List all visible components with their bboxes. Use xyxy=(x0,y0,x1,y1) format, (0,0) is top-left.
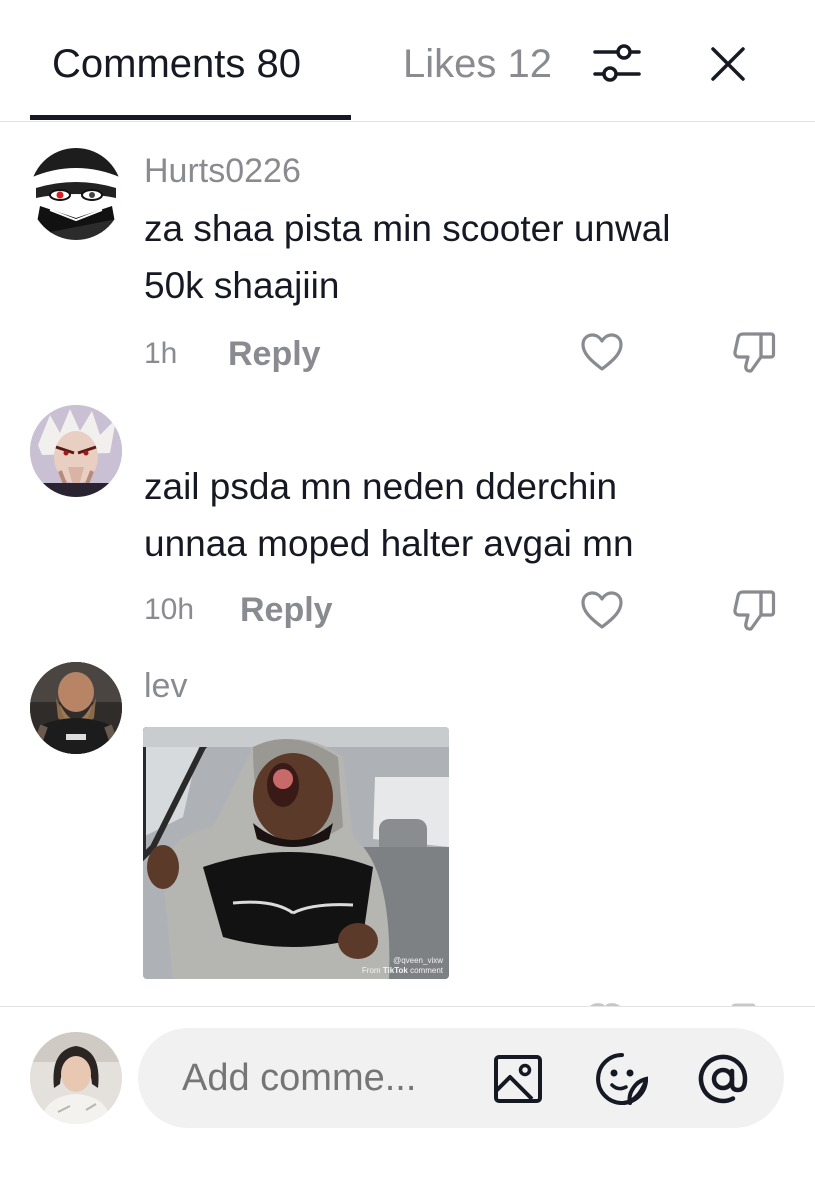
comment-text-line: 50k shaajiin xyxy=(144,265,340,306)
mention-icon xyxy=(698,1054,748,1104)
comment-text-line: za shaa pista min scooter unwal xyxy=(144,208,671,249)
comment-composer xyxy=(0,1007,815,1200)
gif-attachment[interactable]: @qveen_vixw From TikTok comment xyxy=(143,727,449,979)
tab-likes[interactable]: Likes 12 xyxy=(403,40,552,88)
header-divider xyxy=(0,121,815,122)
tab-comments[interactable]: Comments 80 xyxy=(52,40,301,88)
bearded-man-avatar[interactable] xyxy=(30,662,122,754)
dislike-button[interactable] xyxy=(730,328,778,376)
sticker-icon xyxy=(596,1053,648,1105)
comment-timestamp: 10h xyxy=(144,593,195,626)
watermark-handle: @qveen_vixw xyxy=(393,956,443,965)
watermark-source: From TikTok comment xyxy=(361,966,443,975)
comments-header: Comments 80 Likes 12 xyxy=(0,0,815,122)
comments-sheet: Comments 80 Likes 12 Hurts0226 za shaa p… xyxy=(0,0,815,1200)
anime-mask-avatar[interactable] xyxy=(30,148,122,240)
heart-icon xyxy=(581,333,623,371)
anime-white-hair-avatar[interactable] xyxy=(30,405,122,497)
comment-text: za shaa pista min scooter unwal 50k shaa… xyxy=(144,200,794,314)
dislike-button[interactable] xyxy=(730,586,778,634)
comment-input[interactable] xyxy=(182,1056,462,1100)
mention-button[interactable] xyxy=(695,1051,751,1107)
comment-text: zail psda mn neden dderchin unnaa moped … xyxy=(144,458,794,572)
comment-username[interactable]: Hurts0226 xyxy=(144,151,301,191)
comment-text-line: zail psda mn neden dderchin xyxy=(144,466,618,507)
gif-image xyxy=(143,727,449,979)
comment-timestamp: 1h xyxy=(144,337,178,370)
image-icon xyxy=(494,1055,542,1103)
comment-username[interactable]: lev xyxy=(144,666,187,706)
thumbs-down-icon xyxy=(733,590,776,631)
reply-button[interactable]: Reply xyxy=(240,590,333,630)
image-button[interactable] xyxy=(490,1051,546,1107)
close-button[interactable] xyxy=(700,36,756,92)
sliders-icon xyxy=(593,44,641,82)
thumbs-down-icon xyxy=(733,332,776,373)
comment-text-line: unnaa moped halter avgai mn xyxy=(144,523,634,564)
close-icon xyxy=(711,47,745,81)
heart-icon xyxy=(581,591,623,629)
sticker-button[interactable] xyxy=(594,1051,650,1107)
reply-button[interactable]: Reply xyxy=(228,334,321,374)
comment-input-pill[interactable] xyxy=(138,1028,784,1128)
filter-button[interactable] xyxy=(589,36,645,92)
gif-watermark: @qveen_vixw From TikTok comment xyxy=(362,956,443,976)
active-tab-indicator xyxy=(30,115,351,120)
like-button[interactable] xyxy=(578,586,626,634)
current-user-avatar[interactable] xyxy=(30,1032,122,1124)
like-button[interactable] xyxy=(578,328,626,376)
